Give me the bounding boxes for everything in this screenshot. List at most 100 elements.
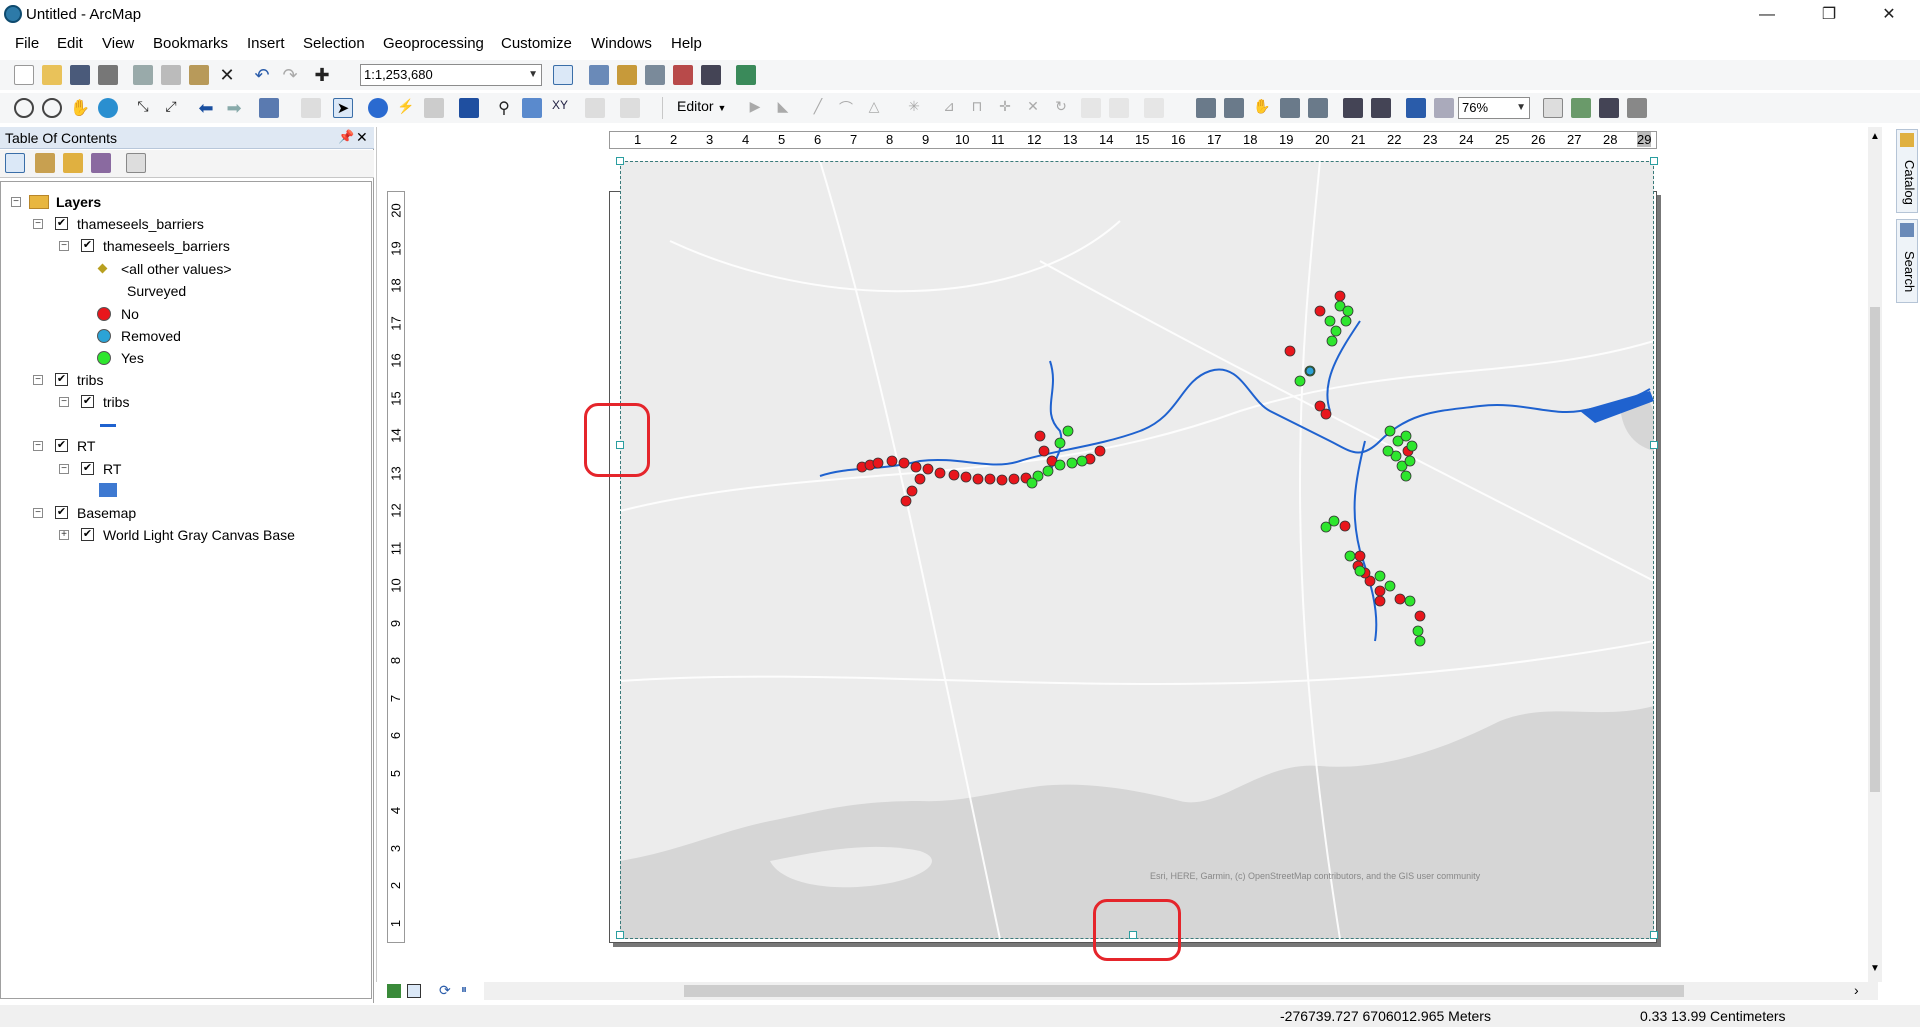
editor-toolbar-icon[interactable] — [553, 65, 573, 85]
close-icon[interactable]: ✕ — [356, 129, 368, 146]
menu-help[interactable]: Help — [671, 35, 702, 52]
pin-icon[interactable]: 📌 — [338, 129, 354, 145]
sublayer-visibility-checkbox[interactable]: ✔ — [81, 239, 94, 252]
menu-insert[interactable]: Insert — [247, 35, 285, 52]
undo-icon[interactable]: ↶ — [252, 65, 272, 85]
layout-forward-extent-icon[interactable] — [1434, 98, 1454, 118]
collapse-icon[interactable]: − — [33, 508, 43, 518]
forward-extent-icon[interactable]: ➡ — [224, 98, 244, 118]
layout-zoom-in-icon[interactable] — [1196, 98, 1216, 118]
open-folder-icon[interactable] — [42, 65, 62, 85]
go-to-xy-icon[interactable]: XY — [550, 98, 570, 118]
cut-polygons-icon[interactable]: ✛ — [995, 98, 1015, 118]
refresh-icon[interactable]: ⟳ — [439, 982, 451, 999]
data-view-icon[interactable] — [387, 984, 401, 998]
identify-icon[interactable] — [368, 98, 388, 118]
sublayer-visibility-checkbox[interactable]: ✔ — [81, 528, 94, 541]
close-window-button[interactable]: ✕ — [1866, 0, 1912, 30]
cut-icon[interactable] — [133, 65, 153, 85]
full-extent-icon[interactable] — [98, 98, 118, 118]
layer-visibility-checkbox[interactable]: ✔ — [55, 217, 68, 230]
resize-handle-top-right[interactable] — [1650, 157, 1658, 165]
sublayer-visibility-checkbox[interactable]: ✔ — [81, 395, 94, 408]
list-by-selection-icon[interactable] — [91, 153, 111, 173]
map-scale-combo[interactable]: 1:1,253,680 ▼ — [360, 64, 542, 86]
rotate-icon[interactable]: ↻ — [1051, 98, 1071, 118]
fixed-zoom-in-icon[interactable]: ⤡ — [133, 98, 153, 118]
layout-pan-icon[interactable]: ✋ — [1252, 98, 1272, 118]
html-popup-icon[interactable] — [424, 98, 444, 118]
scroll-up-arrow-icon[interactable]: ▲ — [1870, 131, 1880, 142]
create-viewer-icon[interactable] — [620, 98, 640, 118]
menu-customize[interactable]: Customize — [501, 35, 572, 52]
new-document-icon[interactable] — [14, 65, 34, 85]
list-by-visibility-icon[interactable] — [63, 153, 83, 173]
back-extent-icon[interactable]: ⬅ — [196, 98, 216, 118]
expand-icon[interactable]: + — [59, 530, 69, 540]
collapse-icon[interactable]: − — [59, 241, 69, 251]
resize-handle-top-left[interactable] — [616, 157, 624, 165]
pan-hand-icon[interactable]: ✋ — [70, 98, 90, 118]
pause-drawing-icon[interactable]: ⏸ — [461, 982, 467, 997]
print-icon[interactable] — [98, 65, 118, 85]
list-by-source-icon[interactable] — [35, 153, 55, 173]
legend-class-row[interactable]: Removed — [97, 326, 297, 346]
resize-handle-bottom-right[interactable] — [1650, 931, 1658, 939]
find-binoculars-icon[interactable]: ⚲ — [494, 98, 514, 118]
resize-handle-right[interactable] — [1650, 441, 1658, 449]
trace-icon[interactable]: △ — [864, 98, 884, 118]
menu-edit[interactable]: Edit — [57, 35, 83, 52]
collapse-icon[interactable]: − — [59, 464, 69, 474]
data-driven-pages-icon[interactable] — [1627, 98, 1647, 118]
layout-back-extent-icon[interactable] — [1406, 98, 1426, 118]
focus-data-frame-icon[interactable] — [1571, 98, 1591, 118]
paste-icon[interactable] — [189, 65, 209, 85]
save-icon[interactable] — [70, 65, 90, 85]
select-features-icon[interactable] — [259, 98, 279, 118]
edit-vertices-icon[interactable]: ⊿ — [939, 98, 959, 118]
layer-visibility-checkbox[interactable]: ✔ — [55, 373, 68, 386]
vertical-scroll-thumb[interactable] — [1870, 307, 1880, 792]
resize-handle-bottom-left[interactable] — [616, 931, 624, 939]
menu-geoprocessing[interactable]: Geoprocessing — [383, 35, 484, 52]
select-elements-arrow-icon[interactable]: ➤ — [333, 98, 353, 118]
zoom-in-icon[interactable] — [14, 98, 34, 118]
menu-view[interactable]: View — [102, 35, 134, 52]
menu-windows[interactable]: Windows — [591, 35, 652, 52]
restore-button[interactable]: ❐ — [1806, 0, 1852, 30]
legend-class-row[interactable]: No — [97, 304, 297, 324]
search-window-icon[interactable] — [645, 65, 665, 85]
catalog-tab[interactable]: Catalog — [1896, 129, 1918, 213]
point-icon[interactable]: ✳ — [904, 98, 924, 118]
delete-icon[interactable]: ✕ — [217, 65, 237, 85]
copy-icon[interactable] — [161, 65, 181, 85]
menu-bookmarks[interactable]: Bookmarks — [153, 35, 228, 52]
collapse-icon[interactable]: − — [33, 219, 43, 229]
layer-visibility-checkbox[interactable]: ✔ — [55, 439, 68, 452]
redo-icon[interactable]: ↷ — [280, 65, 300, 85]
editor-menu-button[interactable]: Editor ▼ — [677, 98, 726, 114]
search-tab[interactable]: Search — [1896, 219, 1918, 303]
fixed-layout-zoom-out-icon[interactable] — [1371, 98, 1391, 118]
reshape-feature-icon[interactable]: ⊓ — [967, 98, 987, 118]
layout-view[interactable]: 1 2 3 4 5 6 7 8 9 10 11 12 13 14 15 16 1… — [376, 127, 1878, 998]
zoom-whole-page-icon[interactable] — [1280, 98, 1300, 118]
hyperlink-icon[interactable]: ⚡ — [396, 98, 416, 118]
zoom-100-percent-icon[interactable] — [1308, 98, 1328, 118]
options-icon[interactable] — [126, 153, 146, 173]
clear-selection-icon[interactable] — [301, 98, 321, 118]
toggle-draft-mode-icon[interactable] — [1543, 98, 1563, 118]
split-tool-icon[interactable]: ✕ — [1023, 98, 1043, 118]
sublayer-visibility-checkbox[interactable]: ✔ — [81, 462, 94, 475]
edit-annotation-icon[interactable]: ◣ — [773, 98, 793, 118]
menu-selection[interactable]: Selection — [303, 35, 365, 52]
collapse-icon[interactable]: − — [59, 397, 69, 407]
python-window-icon[interactable] — [701, 65, 721, 85]
horizontal-scroll-thumb[interactable] — [684, 985, 1684, 997]
collapse-icon[interactable]: − — [33, 375, 43, 385]
fixed-layout-zoom-in-icon[interactable] — [1343, 98, 1363, 118]
measure-icon[interactable] — [459, 98, 479, 118]
time-slider-icon[interactable] — [585, 98, 605, 118]
vertical-scrollbar[interactable]: ▲ ▼ — [1868, 127, 1882, 982]
layout-view-icon[interactable] — [407, 984, 421, 998]
